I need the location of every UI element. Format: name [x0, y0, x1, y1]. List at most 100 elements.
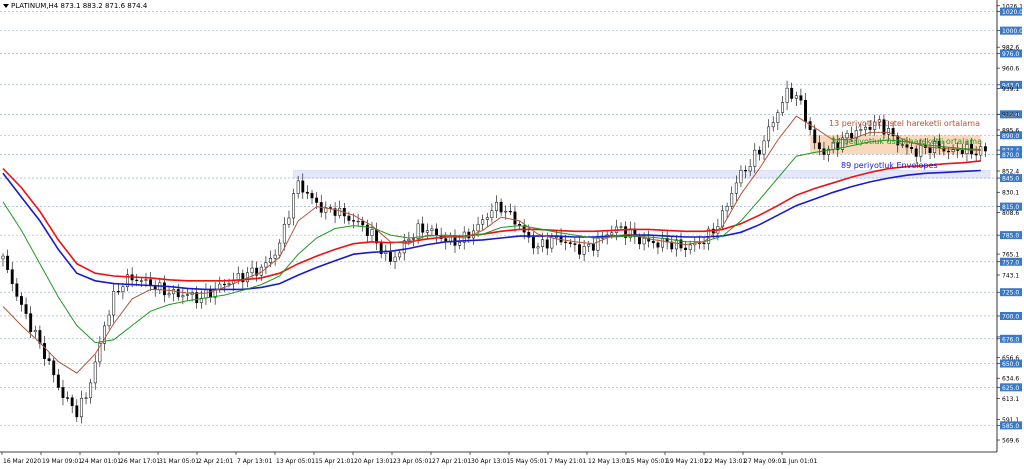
candle-body: [817, 142, 821, 150]
candle-body: [476, 223, 480, 232]
candle-body: [513, 211, 517, 225]
price-tick-label: 912.1: [1002, 112, 1019, 119]
time-tick-label: 7 May 21:01: [549, 458, 587, 465]
candle-body: [301, 180, 305, 193]
candle-body: [19, 296, 23, 305]
candle-body: [804, 100, 807, 122]
candle-body: [591, 243, 595, 251]
candle-body: [582, 245, 586, 255]
candle-body: [75, 405, 79, 418]
candle-body: [352, 220, 355, 222]
candle-body: [813, 129, 817, 144]
candle-body: [93, 361, 97, 384]
candle-body: [79, 397, 83, 418]
candle-body: [485, 217, 489, 220]
candle-body: [495, 201, 498, 211]
candle-body: [181, 295, 185, 298]
candle-body: [15, 283, 19, 297]
candle-body: [744, 169, 748, 172]
candle-body: [393, 256, 397, 262]
price-tick-label: 676.0: [1002, 336, 1019, 343]
candle-body: [370, 229, 374, 236]
chevron-down-icon[interactable]: [3, 4, 9, 8]
candle-body: [296, 180, 300, 194]
candle-body: [407, 238, 411, 242]
annotation-ema34: 34 periyotluk üstel hareketli ortalama: [831, 136, 982, 146]
candle-body: [974, 153, 978, 156]
candle-body: [762, 140, 766, 155]
time-tick-label: 20 Apr 13:01: [354, 458, 393, 465]
price-tick-label: 1020.0: [1002, 9, 1023, 16]
candle-body: [545, 239, 549, 249]
candle-body: [951, 149, 955, 152]
price-tick-label: 785.0: [1002, 233, 1019, 240]
time-tick-label: 13 Apr 05:01: [276, 458, 315, 465]
candle-body: [430, 228, 434, 231]
candle-body: [730, 193, 734, 207]
price-tick-label: 845.0: [1002, 176, 1019, 183]
candle-body: [790, 87, 794, 99]
candle-body: [771, 122, 775, 128]
candle-body: [573, 243, 577, 245]
candle-body: [421, 223, 425, 233]
time-tick-label: 30 Apr 13:01: [471, 458, 510, 465]
candle-body: [33, 330, 37, 333]
candle-body: [292, 193, 296, 219]
candle-body: [748, 166, 752, 172]
candle-body: [822, 148, 826, 155]
candle-body: [375, 229, 379, 244]
candle-body: [564, 241, 568, 244]
candle-body: [236, 273, 240, 281]
candle-body: [541, 239, 545, 248]
candle-body: [250, 267, 254, 274]
candle-body: [508, 210, 512, 213]
candle-body: [6, 255, 10, 270]
candle-body: [481, 219, 485, 225]
candle-body: [458, 241, 462, 246]
candle-body: [24, 304, 28, 314]
candle-body: [135, 279, 139, 282]
time-tick-label: 19 May 21:01: [666, 458, 707, 465]
candle-body: [859, 129, 863, 131]
candle-body: [149, 279, 153, 286]
annotation-ema13: 13 periyotluk üstel hareketli ortalama: [829, 118, 980, 128]
candle-body: [29, 313, 33, 333]
candle-body: [435, 228, 438, 236]
candle-body: [910, 147, 914, 150]
candle-body: [734, 182, 738, 194]
time-tick-label: 22 May 13:01: [705, 458, 746, 465]
price-tick-label: 625.0: [1002, 385, 1019, 392]
candle-body: [144, 279, 148, 281]
price-tick-label: 939.1: [1002, 86, 1019, 93]
candle-body: [347, 215, 351, 221]
price-tick-label: 1000.0: [1002, 28, 1023, 35]
price-tick-label: 743.1: [1002, 272, 1019, 279]
candle-body: [587, 243, 591, 247]
candle-body: [490, 210, 494, 218]
candle-body: [983, 146, 987, 152]
ohlc-readout: 873.1 883.2 871.6 874.4: [60, 2, 148, 10]
candle-body: [61, 387, 65, 398]
candle-body: [282, 223, 286, 244]
candle-body: [162, 282, 166, 296]
candle-body: [947, 150, 950, 153]
price-tick-label: 569.6: [1002, 438, 1019, 445]
time-tick-label: 1 Jun 01:01: [783, 458, 817, 465]
candle-body: [47, 358, 51, 362]
candle-body: [702, 242, 706, 245]
candle-body: [176, 289, 180, 298]
price-tick-label: 895.6: [1002, 127, 1019, 134]
candle-body: [781, 102, 784, 113]
candle-body: [956, 149, 960, 151]
candle-body: [610, 232, 614, 236]
time-tick-label: 2 Apr 21:01: [198, 458, 233, 465]
candle-body: [139, 280, 143, 282]
price-chart[interactable]: 1026.11020.01000.0976.0982.6960.6943.093…: [0, 0, 1024, 469]
candle-body: [361, 220, 365, 226]
candle-body: [209, 288, 212, 298]
candle-body: [269, 257, 272, 263]
candle-body: [531, 237, 535, 249]
candle-body: [739, 169, 743, 184]
price-tick-label: 765.1: [1002, 252, 1019, 259]
price-tick-label: 870.0: [1002, 152, 1019, 159]
